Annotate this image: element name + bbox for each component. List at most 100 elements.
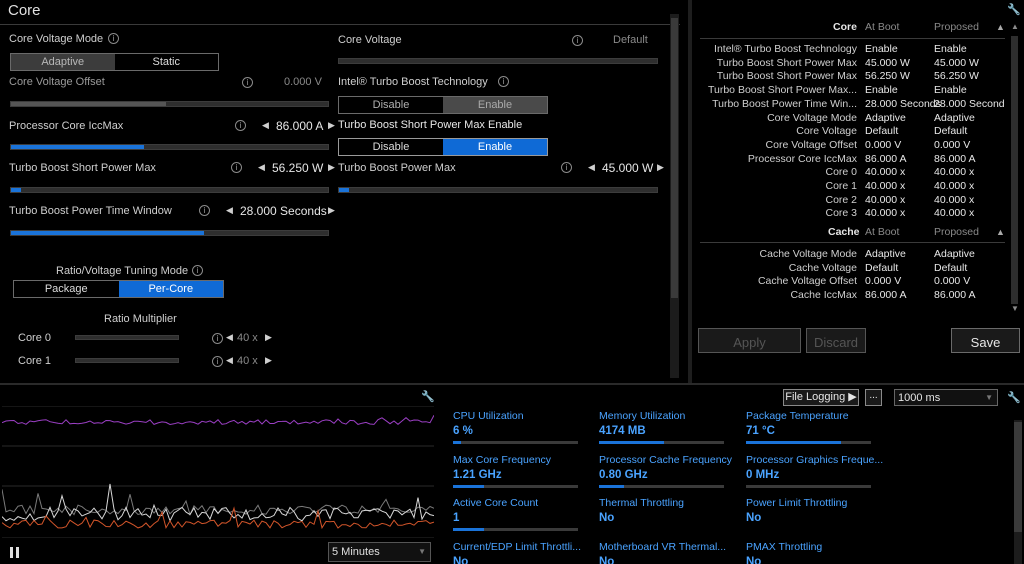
increase-arrow-icon[interactable]: ▶ bbox=[328, 206, 335, 216]
scroll-thumb[interactable] bbox=[1011, 36, 1018, 304]
scroll-down-icon[interactable]: ▼ bbox=[1011, 304, 1019, 313]
per-core-option[interactable]: Per-Core bbox=[118, 281, 223, 297]
metric-bar bbox=[746, 485, 871, 488]
turbo-boost-tech-toggle[interactable]: Disable Enable bbox=[338, 96, 548, 114]
iccmax-slider[interactable] bbox=[10, 144, 329, 150]
discard-button[interactable]: Discard bbox=[806, 328, 866, 353]
decrease-arrow-icon[interactable]: ◀ bbox=[262, 121, 269, 131]
purple-series-line bbox=[2, 415, 434, 426]
setting-name: Turbo Boost Power Time Win... bbox=[712, 97, 857, 110]
at-boot-value: 28.000 Seconds bbox=[865, 97, 941, 110]
file-logging-button[interactable]: File Logging ▶ bbox=[783, 389, 859, 406]
info-icon[interactable]: i bbox=[498, 76, 509, 87]
disable-option[interactable]: Disable bbox=[339, 97, 443, 113]
short-power-enable-label: Turbo Boost Short Power Max Enable bbox=[338, 119, 523, 131]
adaptive-option[interactable]: Adaptive bbox=[11, 54, 115, 70]
save-button[interactable]: Save bbox=[951, 328, 1020, 353]
timespan-select[interactable]: 5 Minutes ▼ bbox=[328, 542, 431, 562]
info-icon[interactable]: i bbox=[231, 162, 242, 173]
metric-title: Thermal Throttling bbox=[599, 497, 685, 509]
info-icon[interactable]: i bbox=[235, 120, 246, 131]
increase-arrow-icon[interactable]: ▶ bbox=[657, 163, 664, 173]
setting-name: Cache IccMax bbox=[790, 289, 857, 302]
increase-arrow-icon[interactable]: ▶ bbox=[328, 163, 335, 173]
info-icon[interactable]: i bbox=[572, 35, 583, 46]
info-icon[interactable]: i bbox=[212, 333, 223, 344]
setting-name: Core 1 bbox=[825, 180, 857, 192]
metric-bar bbox=[453, 528, 578, 531]
metric-bar bbox=[453, 485, 578, 488]
info-icon[interactable]: i bbox=[242, 77, 253, 88]
decrease-arrow-icon[interactable]: ◀ bbox=[226, 356, 233, 366]
short-power-max-slider[interactable] bbox=[10, 187, 329, 193]
decrease-arrow-icon[interactable]: ◀ bbox=[588, 163, 595, 173]
core-0-slider[interactable] bbox=[75, 335, 179, 340]
increase-arrow-icon[interactable]: ▶ bbox=[328, 121, 335, 131]
power-max-slider[interactable] bbox=[338, 187, 658, 193]
enable-option[interactable]: Enable bbox=[443, 139, 547, 155]
info-icon[interactable]: i bbox=[108, 33, 119, 44]
summary-scrollbar[interactable]: ▲ ▼ bbox=[1010, 22, 1020, 314]
summary-row: Turbo Boost Short Power Max 56.250 W 56.25… bbox=[700, 70, 1005, 84]
info-icon[interactable]: i bbox=[199, 205, 210, 216]
summary-divider bbox=[700, 242, 1005, 243]
at-boot-value: Default bbox=[865, 261, 899, 274]
proposed-value: Default bbox=[934, 261, 968, 274]
info-icon[interactable]: i bbox=[192, 265, 203, 276]
scroll-up-icon[interactable]: ▲ bbox=[1011, 22, 1019, 31]
metric-value: 4174 MB bbox=[599, 425, 646, 437]
more-options-button[interactable]: ... bbox=[865, 389, 882, 406]
metric-value: 71 °C bbox=[746, 425, 775, 437]
time-window-slider[interactable] bbox=[10, 230, 329, 236]
collapse-icon[interactable]: ▲ bbox=[996, 227, 1005, 237]
slider-fill bbox=[11, 231, 205, 235]
short-power-max-value: 56.250 W bbox=[272, 161, 324, 175]
wrench-icon[interactable]: 🔧 bbox=[421, 390, 435, 403]
info-icon[interactable]: i bbox=[561, 162, 572, 173]
core-voltage-offset-value: 0.000 V bbox=[284, 76, 322, 88]
monitor-scrollbar[interactable] bbox=[1014, 420, 1022, 564]
collapse-icon[interactable]: ▲ bbox=[996, 22, 1005, 32]
at-boot-value: Enable bbox=[865, 84, 898, 97]
core-voltage-value: Default bbox=[613, 34, 648, 46]
core-1-slider[interactable] bbox=[75, 358, 179, 363]
core-voltage-mode-toggle[interactable]: Adaptive Static bbox=[10, 53, 219, 71]
interval-select[interactable]: 1000 ms ▼ bbox=[894, 389, 998, 406]
scroll-thumb[interactable] bbox=[671, 18, 678, 298]
package-option[interactable]: Package bbox=[14, 281, 119, 297]
wrench-icon[interactable]: 🔧 bbox=[1007, 391, 1021, 404]
metric-value: 1.21 GHz bbox=[453, 469, 502, 481]
setting-name: Core 2 bbox=[825, 193, 857, 206]
core-1-label: Core 1 bbox=[18, 355, 52, 367]
short-power-enable-toggle[interactable]: Disable Enable bbox=[338, 138, 548, 156]
metric-value: 0.80 GHz bbox=[599, 469, 648, 481]
increase-arrow-icon[interactable]: ▶ bbox=[265, 356, 272, 366]
summary-row: Core 1 40.000 x 40.000 x bbox=[700, 180, 1005, 194]
summary-row: Cache IccMax 86.000 A 86.000 A bbox=[700, 289, 1005, 303]
at-boot-value: Adaptive bbox=[865, 248, 906, 260]
iccmax-label: Processor Core IccMax bbox=[9, 120, 124, 132]
scroll-thumb[interactable] bbox=[1014, 422, 1022, 532]
apply-button[interactable]: Apply bbox=[698, 328, 801, 353]
decrease-arrow-icon[interactable]: ◀ bbox=[226, 333, 233, 343]
decrease-arrow-icon[interactable]: ◀ bbox=[226, 206, 233, 216]
tuning-mode-toggle[interactable]: Package Per-Core bbox=[13, 280, 224, 298]
core-voltage-offset-slider[interactable] bbox=[10, 101, 329, 107]
enable-option[interactable]: Enable bbox=[443, 97, 547, 113]
pause-icon[interactable] bbox=[10, 547, 20, 558]
increase-arrow-icon[interactable]: ▶ bbox=[265, 333, 272, 343]
decrease-arrow-icon[interactable]: ◀ bbox=[258, 163, 265, 173]
settings-scrollbar[interactable] bbox=[670, 14, 679, 378]
metric-bar-fill bbox=[453, 441, 461, 444]
metric-value: 1 bbox=[453, 512, 460, 524]
proposed-value: Enable bbox=[934, 43, 967, 55]
wrench-icon[interactable]: 🔧 bbox=[1007, 3, 1021, 16]
static-option[interactable]: Static bbox=[115, 54, 219, 70]
ratio-multiplier-header: Ratio Multiplier bbox=[104, 313, 177, 325]
core-voltage-slider[interactable] bbox=[338, 58, 658, 64]
core-voltage-mode-label: Core Voltage Mode bbox=[9, 33, 104, 45]
info-icon[interactable]: i bbox=[212, 356, 223, 367]
proposed-value: Default bbox=[934, 125, 968, 138]
proposed-value: Adaptive bbox=[934, 248, 975, 260]
disable-option[interactable]: Disable bbox=[339, 139, 443, 155]
